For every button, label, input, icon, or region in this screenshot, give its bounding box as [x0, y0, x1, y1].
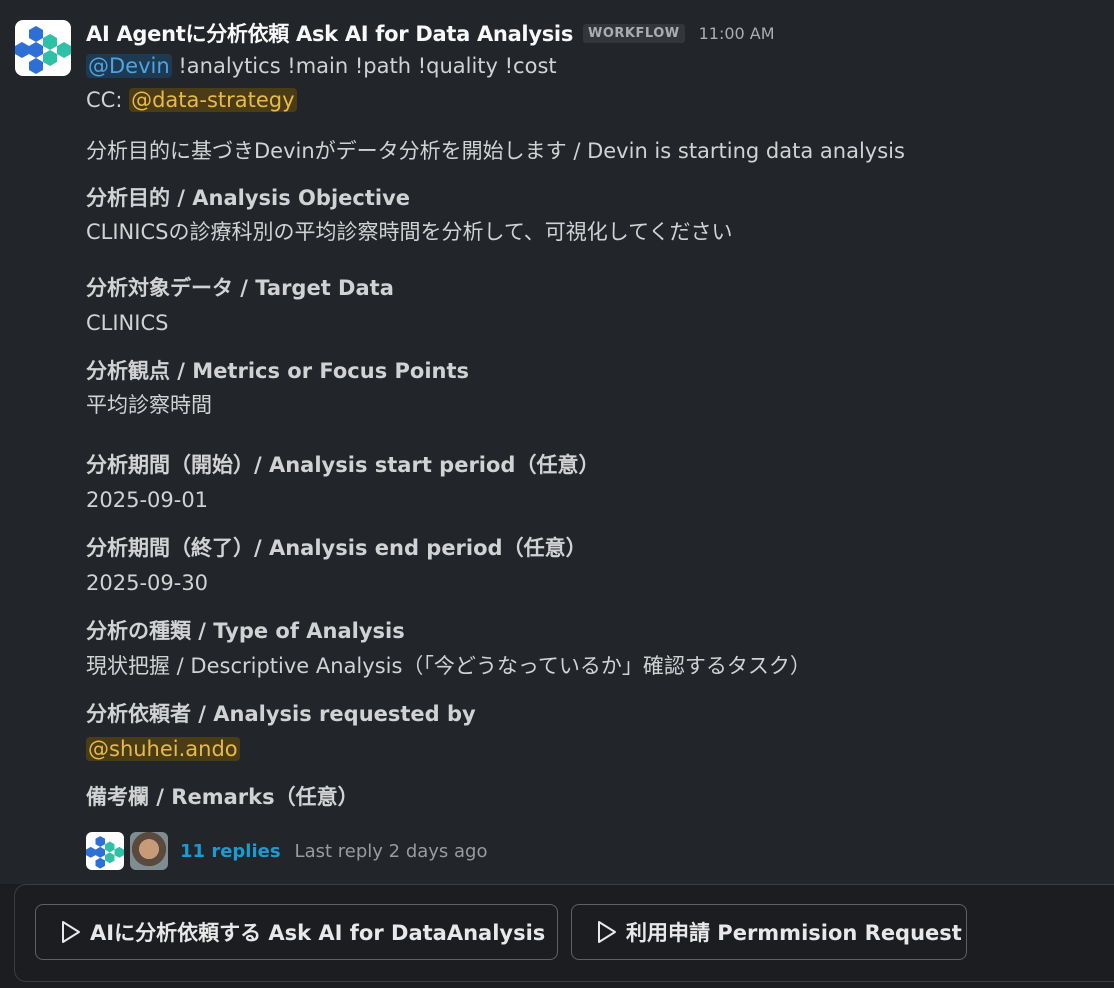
field-start-period: 分析期間（開始）/ Analysis start period（任意） 2025…	[86, 451, 1094, 514]
field-label: 備考欄 / Remarks（任意）	[86, 785, 359, 809]
field-objective: 分析目的 / Analysis Objective CLINICSの診療科別の平…	[86, 184, 1094, 246]
app-name[interactable]: AI Agentに分析依頼 Ask AI for Data Analysis	[86, 18, 573, 48]
ask-ai-button-label: AIに分析依頼する Ask AI for DataAnalysis	[90, 921, 546, 945]
field-value: CLINICS	[86, 311, 169, 335]
message-content: AI Agentに分析依頼 Ask AI for Data Analysis W…	[86, 16, 1094, 811]
bot-reply-avatar[interactable]	[86, 832, 124, 870]
permission-request-button-label: 利用申請 Permmision Request	[626, 921, 962, 945]
message-timestamp[interactable]: 11:00 AM	[699, 24, 775, 43]
field-value: 現状把握 / Descriptive Analysis（「今どうなっているか」確…	[86, 654, 811, 678]
field-value: 平均診察時間	[86, 393, 212, 417]
field-analysis-type: 分析の種類 / Type of Analysis 現状把握 / Descript…	[86, 617, 1094, 680]
requester-mention[interactable]: @shuhei.ando	[86, 737, 240, 761]
devin-mention[interactable]: @Devin	[86, 54, 172, 78]
field-requested-by: 分析依頼者 / Analysis requested by @shuhei.an…	[86, 700, 1094, 763]
field-value: 2025-09-01	[86, 488, 209, 512]
intro-text: 分析目的に基づきDevinがデータ分析を開始します / Devin is sta…	[86, 139, 905, 163]
play-outline-icon	[62, 921, 80, 943]
field-value: 2025-09-30	[86, 571, 209, 595]
field-label: 分析の種類 / Type of Analysis	[86, 619, 405, 643]
replies-count-link[interactable]: 11 replies	[180, 841, 281, 862]
workflow-badge: WORKFLOW	[583, 23, 685, 43]
field-label: 分析目的 / Analysis Objective	[86, 186, 411, 210]
ask-ai-button[interactable]: AIに分析依頼する Ask AI for DataAnalysis	[35, 904, 558, 960]
field-label: 分析対象データ / Target Data	[86, 276, 394, 300]
user-reply-avatar[interactable]	[130, 832, 168, 870]
field-label: 分析依頼者 / Analysis requested by	[86, 702, 476, 726]
command-text: !analytics !main !path !quality !cost	[171, 54, 557, 78]
thread-replies-bar[interactable]: 11 replies Last reply 2 days ago	[86, 831, 488, 871]
data-strategy-mention[interactable]: @data-strategy	[129, 88, 297, 112]
app-avatar-logo[interactable]	[15, 20, 71, 76]
field-label: 分析期間（開始）/ Analysis start period（任意）	[86, 453, 600, 477]
play-outline-icon	[598, 921, 616, 943]
permission-request-button[interactable]: 利用申請 Permmision Request	[571, 904, 967, 960]
field-remarks: 備考欄 / Remarks（任意）	[86, 783, 1094, 811]
command-line: @Devin !analytics !main !path !quality !…	[86, 52, 1094, 80]
workflow-actions-bar: AIに分析依頼する Ask AI for DataAnalysis 利用申請 P…	[14, 884, 1114, 982]
workflow-message: AI Agentに分析依頼 Ask AI for Data Analysis W…	[0, 0, 1114, 884]
cc-label: CC:	[86, 88, 130, 112]
hexagon-cluster-icon	[15, 26, 71, 74]
field-value: CLINICSの診療科別の平均診察時間を分析して、可視化してください	[86, 220, 733, 244]
field-target-data: 分析対象データ / Target Data CLINICS	[86, 274, 1094, 337]
field-value: @shuhei.ando	[86, 735, 1094, 763]
hexagon-cluster-icon	[86, 836, 124, 869]
field-metrics: 分析観点 / Metrics or Focus Points 平均診察時間	[86, 357, 1094, 419]
field-label: 分析観点 / Metrics or Focus Points	[86, 359, 470, 383]
cc-line: CC: @data-strategy	[86, 86, 1094, 114]
message-header: AI Agentに分析依頼 Ask AI for Data Analysis W…	[86, 16, 1094, 50]
field-end-period: 分析期間（終了）/ Analysis end period（任意） 2025-0…	[86, 534, 1094, 597]
field-label: 分析期間（終了）/ Analysis end period（任意）	[86, 536, 587, 560]
last-reply-time: Last reply 2 days ago	[294, 840, 488, 862]
